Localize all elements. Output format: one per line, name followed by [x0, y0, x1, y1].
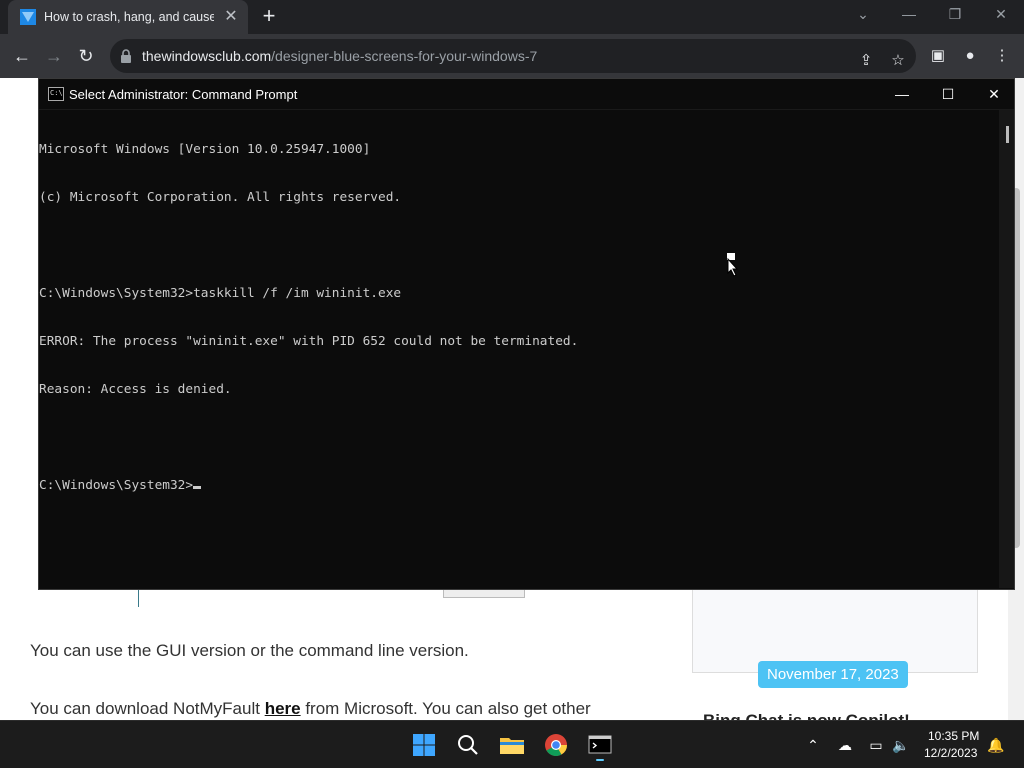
side-panel-icon[interactable]: ▣ — [926, 44, 950, 68]
browser-tab[interactable]: How to crash, hang, and cause Bl ✕ — [8, 0, 248, 34]
back-button[interactable]: ← — [10, 44, 34, 68]
minimize-button[interactable]: — — [886, 0, 932, 30]
console-line: Reason: Access is denied. — [39, 382, 232, 397]
restore-button[interactable]: ❐ — [932, 0, 978, 30]
bookmark-star-icon[interactable]: ☆ — [886, 49, 910, 73]
tab-strip: How to crash, hang, and cause Bl ✕ + ⌄ —… — [0, 0, 1024, 34]
site-favicon-icon — [20, 9, 36, 25]
cmd-maximize-button[interactable]: ☐ — [925, 79, 971, 110]
notification-bell-icon[interactable]: 🔔 — [986, 735, 1006, 755]
console-output[interactable]: Microsoft Windows [Version 10.0.25947.10… — [39, 110, 999, 588]
console-line: (c) Microsoft Corporation. All rights re… — [39, 190, 402, 205]
start-windows-icon[interactable] — [408, 729, 440, 761]
date-badge: November 17, 2023 — [758, 661, 908, 688]
url-path: /designer-blue-screens-for-your-windows-… — [271, 48, 538, 64]
paragraph-text: from Microsoft. You can also get other — [300, 699, 591, 718]
console-line: Microsoft Windows [Version 10.0.25947.10… — [39, 142, 371, 157]
text-caret — [193, 486, 202, 489]
cmd-window-title: Select Administrator: Command Prompt — [69, 87, 298, 102]
tab-title: How to crash, hang, and cause Bl — [44, 10, 214, 24]
console-prompt-line[interactable]: C:\Windows\System32> — [39, 478, 999, 494]
share-icon[interactable]: ⇪ — [854, 49, 878, 73]
console-prompt: C:\Windows\System32> — [39, 478, 194, 493]
sidebar-article-heading[interactable]: Bing Chat is now Copilot! — [703, 711, 910, 720]
tray-overflow-chevron-icon[interactable]: ⌃ — [803, 735, 823, 755]
download-link[interactable]: here — [265, 699, 301, 718]
cmd-app-icon: C:\ — [48, 87, 64, 101]
command-prompt-window[interactable]: C:\ Select Administrator: Command Prompt… — [38, 78, 1015, 590]
cmd-title-bar[interactable]: C:\ Select Administrator: Command Prompt… — [39, 79, 1014, 110]
clock-time[interactable]: 10:35 PM — [928, 729, 979, 743]
onedrive-icon[interactable]: ☁ — [835, 735, 855, 755]
taskbar: ⌃ ☁ ▭ 🔈 10:35 PM 12/2/2023 🔔 — [0, 720, 1024, 768]
console-line: C:\Windows\System32>taskkill /f /im wini… — [39, 286, 402, 301]
close-window-button[interactable]: ✕ — [978, 0, 1024, 30]
search-icon[interactable] — [452, 729, 484, 761]
menu-kebab-icon[interactable]: ⋮ — [990, 44, 1014, 68]
tab-search-icon[interactable]: ⌄ — [840, 0, 886, 30]
new-tab-button[interactable]: + — [258, 5, 280, 28]
browser-toolbar: ← → ↻ thewindowsclub.com/designer-blue-s… — [0, 34, 1024, 78]
file-explorer-icon[interactable] — [496, 729, 528, 761]
mouse-pointer-icon — [727, 253, 739, 277]
lock-icon — [121, 49, 131, 63]
url-host: thewindowsclub.com — [142, 48, 272, 64]
chrome-icon[interactable] — [540, 729, 572, 761]
terminal-app-icon[interactable] — [584, 729, 616, 761]
profile-icon[interactable]: ● — [958, 44, 982, 68]
forward-button[interactable]: → — [42, 44, 66, 68]
tab-close-icon[interactable]: ✕ — [222, 8, 240, 26]
console-line: ERROR: The process "wininit.exe" with PI… — [39, 334, 579, 349]
volume-muted-icon[interactable]: 🔈 — [891, 735, 911, 755]
url-text: thewindowsclub.com/designer-blue-screens… — [142, 48, 537, 64]
reload-button[interactable]: ↻ — [74, 44, 98, 68]
article-paragraph: You can use the GUI version or the comma… — [30, 641, 469, 660]
paragraph-text: You can download NotMyFault — [30, 699, 265, 718]
network-icon[interactable]: ▭ — [866, 735, 886, 755]
address-bar[interactable]: thewindowsclub.com/designer-blue-screens… — [110, 39, 916, 73]
clock-date[interactable]: 12/2/2023 — [924, 746, 977, 760]
article-paragraph: You can download NotMyFault here from Mi… — [30, 699, 591, 719]
cmd-scrollbar-thumb[interactable] — [1006, 126, 1009, 143]
cmd-scrollbar[interactable] — [999, 110, 1014, 588]
sidebar-card-image[interactable] — [692, 583, 978, 673]
cmd-minimize-button[interactable]: — — [879, 79, 925, 110]
cmd-close-button[interactable]: ✕ — [971, 79, 1017, 110]
